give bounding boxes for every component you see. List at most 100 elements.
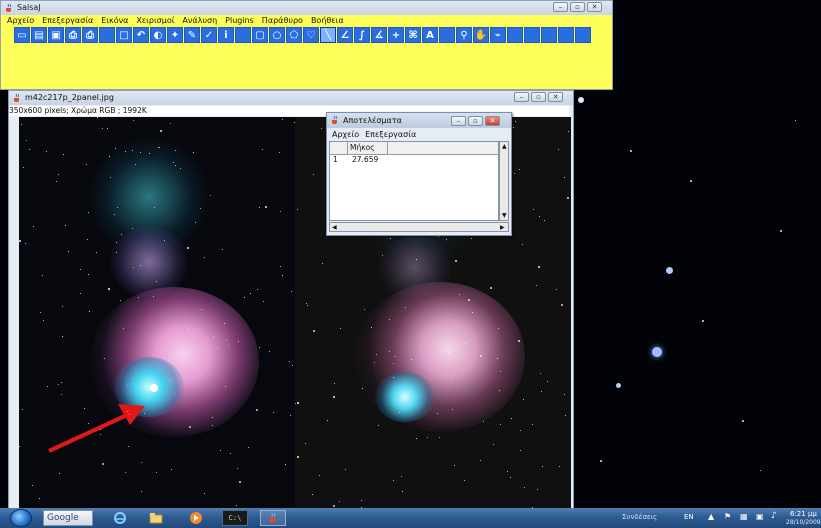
display-icon[interactable]: ▣ [756, 512, 764, 521]
links-toolbar-label[interactable]: Συνδέσεις [622, 513, 657, 521]
star [556, 289, 557, 290]
magnifier-icon[interactable]: ⚲ [456, 27, 472, 43]
star [468, 299, 470, 301]
star [58, 174, 59, 175]
menu-plugins[interactable]: Plugins [225, 15, 254, 27]
show-hidden-icons-icon[interactable]: ▲ [708, 512, 714, 521]
blank-tool-7[interactable] [558, 27, 574, 43]
results-titlebar[interactable]: Αποτελέσματα – ▫ ✕ [327, 113, 511, 128]
scroll-left-arrow-icon[interactable]: ◀ [332, 224, 337, 232]
star [416, 259, 417, 260]
blank-tool-3[interactable] [439, 27, 455, 43]
maximize-button[interactable]: ▫ [570, 2, 585, 12]
blank-tool-2[interactable] [235, 27, 251, 43]
blank-tool-1[interactable] [99, 27, 115, 43]
clock-time[interactable]: 6:21 μμ [790, 510, 817, 518]
freehand-tool-icon[interactable]: ♡ [303, 27, 319, 43]
blank-tool-6[interactable] [541, 27, 557, 43]
save-icon[interactable]: ▣ [48, 27, 64, 43]
close-button[interactable]: ✕ [548, 92, 563, 102]
rectangle-select-icon[interactable]: □ [116, 27, 132, 43]
results-table[interactable]: Μήκος 1 27.659 [329, 141, 499, 221]
color-picker-icon[interactable]: ✓ [201, 27, 217, 43]
star [416, 438, 417, 439]
google-search-box[interactable]: Google [43, 510, 93, 526]
results-horizontal-scrollbar[interactable]: ◀ ▶ [329, 222, 509, 232]
star [480, 460, 481, 461]
java-taskbar-icon[interactable] [260, 510, 286, 526]
crosshair-icon[interactable]: + [388, 27, 404, 43]
info-icon[interactable]: i [218, 27, 234, 43]
blank-tool-8[interactable] [575, 27, 591, 43]
main-titlebar[interactable]: SalsaJ – ▫ ✕ [1, 1, 612, 15]
print-preview-icon[interactable]: ⎙ [82, 27, 98, 43]
new-file-icon[interactable]: ▭ [14, 27, 30, 43]
network-icon[interactable]: ▦ [740, 512, 748, 521]
scroll-down-arrow-icon[interactable]: ▼ [502, 212, 507, 220]
close-button[interactable]: ✕ [485, 116, 500, 126]
star [465, 343, 466, 344]
print-icon[interactable]: ⎙ [65, 27, 81, 43]
star [539, 216, 540, 217]
clock-date[interactable]: 28/10/2009 [786, 519, 821, 526]
menu-process[interactable]: Χειρισμοί [136, 15, 174, 27]
menu-help[interactable]: Βοήθεια [311, 15, 344, 27]
oval-tool-icon[interactable]: ○ [269, 27, 285, 43]
menu-file[interactable]: Αρχείο [7, 15, 34, 27]
color-picker-icon-glyph: ✓ [204, 29, 214, 41]
star [107, 128, 108, 129]
freehand-line-icon[interactable]: ∫ [354, 27, 370, 43]
star [225, 386, 226, 387]
open-folder-icon[interactable]: ▤ [31, 27, 47, 43]
minimize-button[interactable]: – [514, 92, 529, 102]
star [97, 117, 98, 118]
scroll-right-arrow-icon[interactable]: ▶ [500, 224, 505, 232]
star [542, 466, 543, 467]
segmented-line-icon[interactable]: ∠ [337, 27, 353, 43]
line-tool-icon[interactable]: ╲ [320, 27, 336, 43]
menu-edit[interactable]: Επεξεργασία [42, 15, 93, 27]
star [84, 408, 85, 409]
image-titlebar[interactable]: m42c217p_2panel.jpg – ▫ ✕ [9, 91, 573, 105]
language-indicator[interactable]: EN [684, 513, 694, 521]
wand-select-icon[interactable]: ⌘ [405, 27, 421, 43]
results-vertical-scrollbar[interactable]: ▲ ▼ [499, 141, 509, 221]
magic-wand-icon[interactable]: ✦ [167, 27, 183, 43]
blank-tool-4[interactable] [507, 27, 523, 43]
rect-tool-icon[interactable]: ▢ [252, 27, 268, 43]
maximize-button[interactable]: ▫ [468, 116, 483, 126]
menu-image[interactable]: Εικόνα [101, 15, 128, 27]
maximize-button[interactable]: ▫ [531, 92, 546, 102]
blank-tool-5[interactable] [524, 27, 540, 43]
main-menubar: Αρχείο Επεξεργασία Εικόνα Χειρισμοί Ανάλ… [1, 15, 612, 27]
action-center-flag-icon[interactable]: ⚑ [724, 512, 731, 521]
hand-tool-icon[interactable]: ✋ [473, 27, 489, 43]
brush-icon[interactable]: ✎ [184, 27, 200, 43]
polygon-tool-icon[interactable]: ⬠ [286, 27, 302, 43]
undo-icon[interactable]: ↶ [133, 27, 149, 43]
internet-explorer-icon[interactable] [110, 510, 130, 526]
angle-tool-icon[interactable]: ∡ [371, 27, 387, 43]
minimize-button[interactable]: – [553, 2, 568, 12]
text-tool-icon[interactable]: A [422, 27, 438, 43]
contrast-icon[interactable]: ◐ [150, 27, 166, 43]
star [257, 289, 258, 290]
results-menu-file[interactable]: Αρχείο [332, 129, 359, 141]
results-menu-edit[interactable]: Επεξεργασία [365, 129, 416, 141]
star [427, 437, 428, 438]
scroll-up-arrow-icon[interactable]: ▲ [502, 143, 507, 151]
command-prompt-icon[interactable]: C:\ [222, 510, 248, 526]
length-column-header[interactable]: Μήκος [348, 142, 388, 154]
menu-window[interactable]: Παράθυρο [262, 15, 303, 27]
close-button[interactable]: ✕ [587, 2, 602, 12]
star [616, 383, 621, 388]
dropper-icon[interactable]: ⌁ [490, 27, 506, 43]
media-player-icon[interactable] [186, 510, 206, 526]
star [630, 150, 632, 152]
crosshair-icon-glyph: + [391, 29, 401, 41]
minimize-button[interactable]: – [451, 116, 466, 126]
file-explorer-icon[interactable] [146, 510, 166, 526]
start-button[interactable] [10, 509, 32, 527]
volume-icon[interactable]: ♪ [771, 511, 777, 521]
menu-analyze[interactable]: Ανάλυση [182, 15, 217, 27]
